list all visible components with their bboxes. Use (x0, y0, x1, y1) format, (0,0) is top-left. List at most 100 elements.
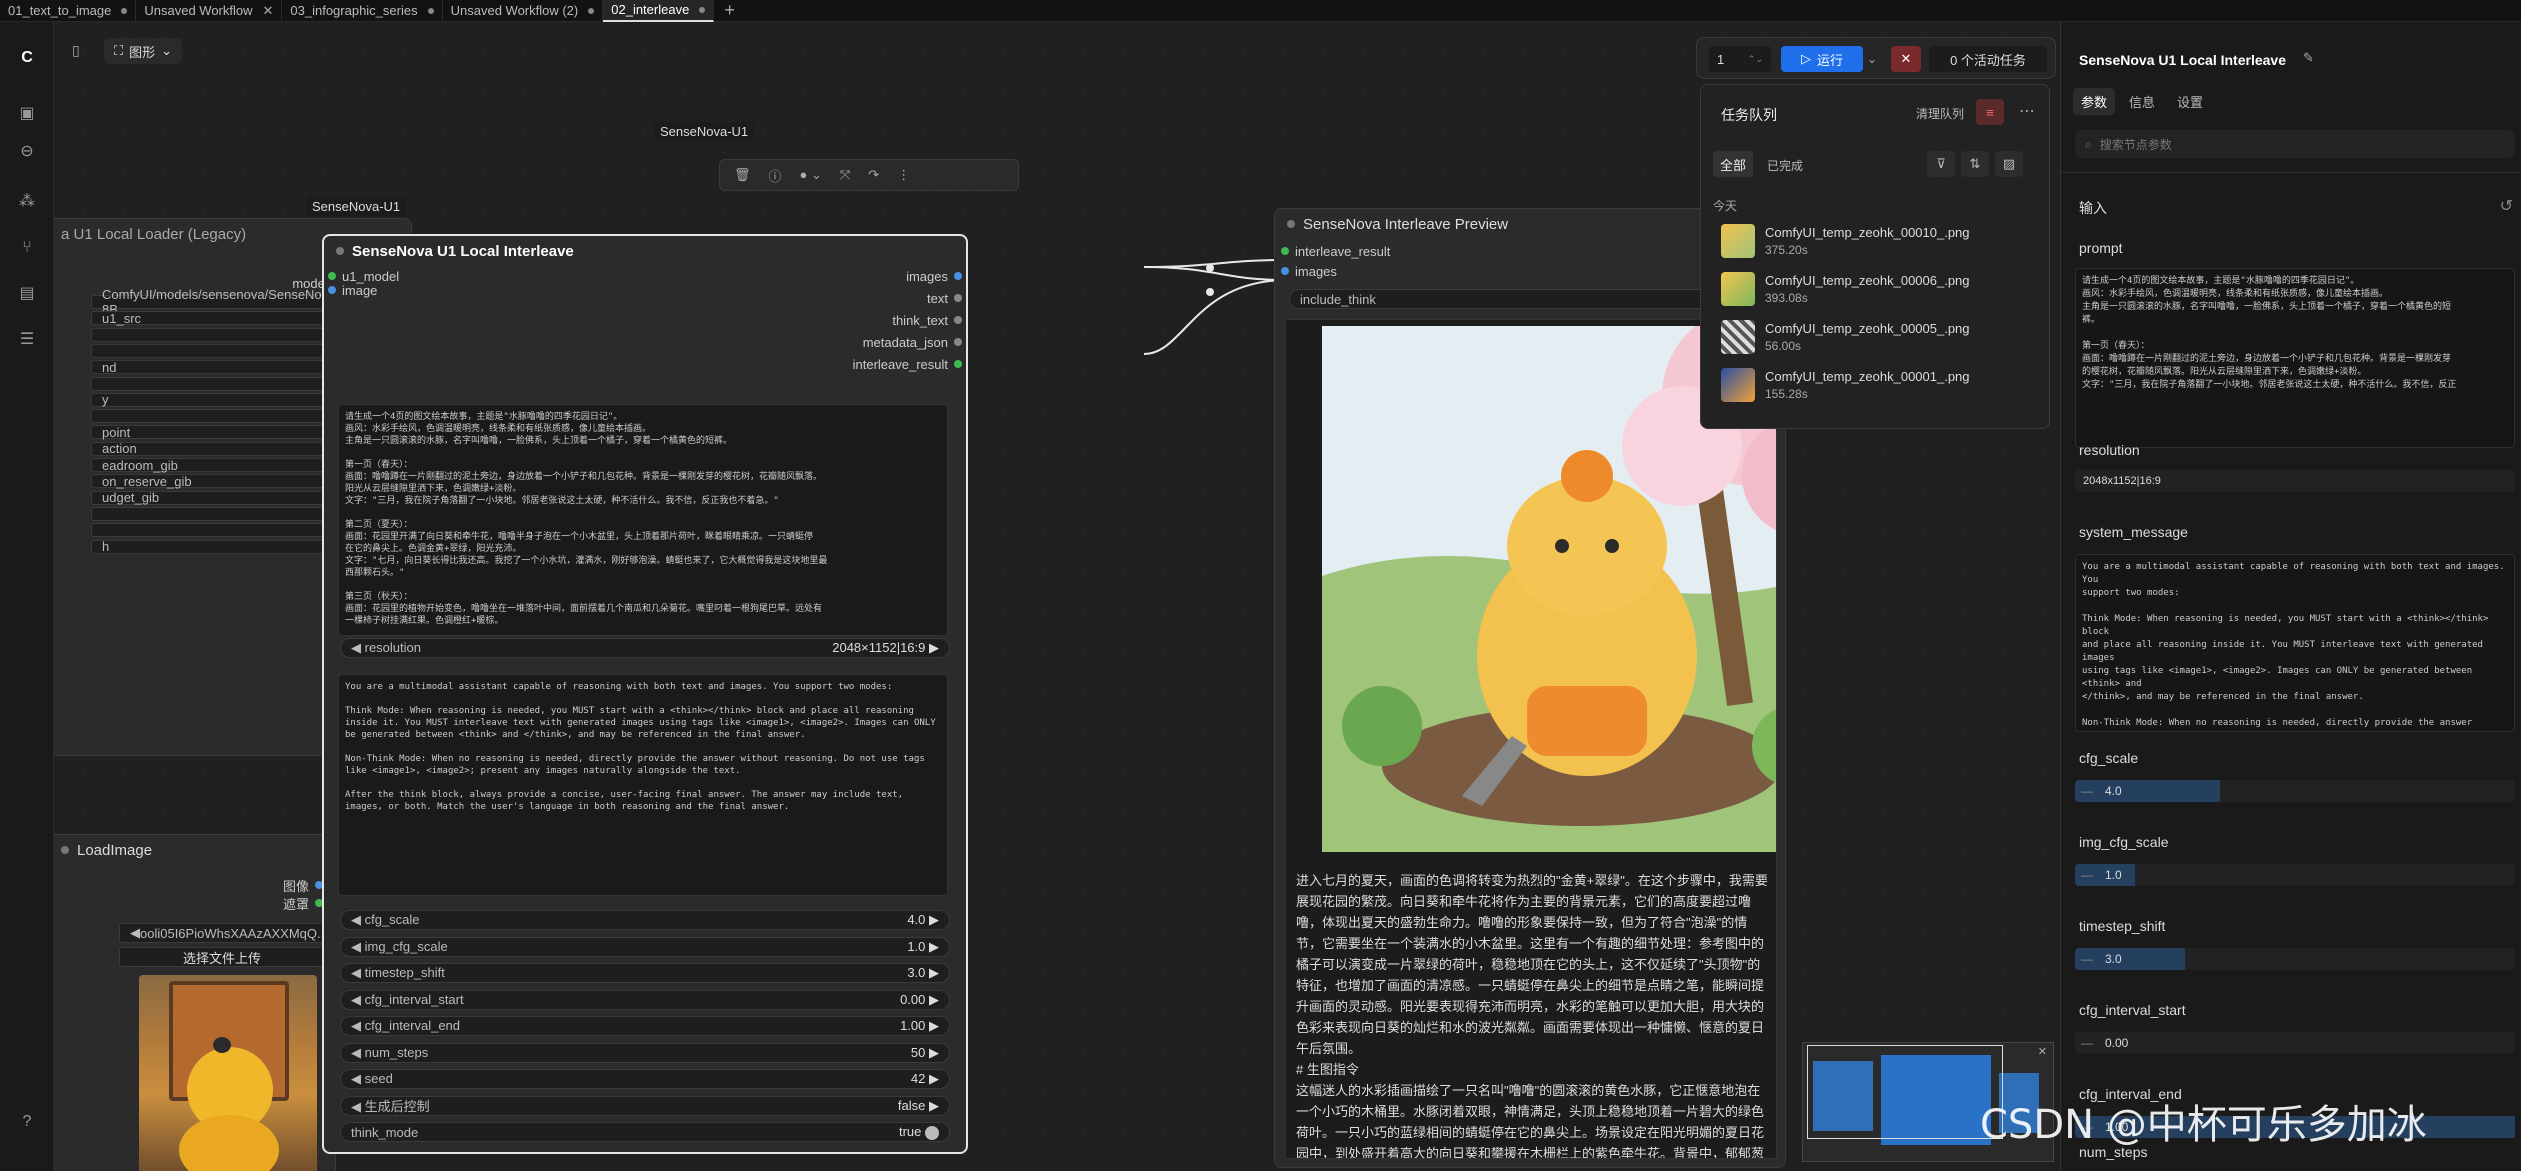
help-icon[interactable]: ? (17, 1112, 37, 1132)
run-options-chevron-icon[interactable]: ⌄ (1867, 52, 1877, 66)
queue-item[interactable]: ComfyUI_temp_zeohk_00006_.png 393.08s (1721, 271, 1970, 307)
gallery-icon[interactable]: ▨ (1995, 151, 2023, 177)
unsaved-dot-icon[interactable] (121, 7, 128, 14)
param-cfg_scale[interactable]: ◀ cfg_scale 4.0 ▶ (340, 910, 950, 930)
queue-item[interactable]: ComfyUI_temp_zeohk_00010_.png 375.20s (1721, 223, 1970, 259)
convert-icon[interactable]: ↷ (868, 167, 879, 183)
port-dot[interactable] (954, 294, 962, 302)
param-timestep_shift[interactable]: ◀ timestep_shift 3.0 ▶ (340, 963, 950, 983)
param-生成后控制[interactable]: ◀ 生成后控制 false ▶ (340, 1095, 950, 1116)
panel-tab-1[interactable]: 信息 (2121, 88, 2163, 115)
loadimage-node[interactable]: LoadImage 图像 遮罩 ◀ ooli05I6PioWhsXAAzAXXMq… (54, 834, 338, 1171)
run-button[interactable]: ▷ 运行 (1781, 46, 1863, 72)
node-library-icon[interactable]: ⁂ (17, 192, 37, 212)
think-mode-toggle[interactable]: think_mode true (340, 1122, 950, 1142)
unsaved-dot-icon[interactable] (699, 6, 706, 13)
queue-icon[interactable]: ☰ (17, 330, 37, 350)
add-tab-icon[interactable]: + (714, 0, 745, 21)
color-icon[interactable]: ● ⌄ (800, 167, 822, 183)
panel-toggle-icon[interactable]: ▯ (72, 42, 92, 62)
model-icon[interactable]: ⊖ (17, 142, 37, 162)
collapse-dot[interactable] (61, 846, 69, 854)
param-search-input[interactable]: ⌕ 搜索节点参数 (2075, 130, 2515, 158)
filter-icon[interactable]: ⊽ (1927, 151, 1955, 177)
queue-item[interactable]: ComfyUI_temp_zeohk_00005_.png 56.00s (1721, 319, 1970, 355)
tab-0[interactable]: 01_text_to_image (0, 0, 137, 22)
param-img_cfg_scale[interactable]: ◀ img_cfg_scale 1.0 ▶ (340, 936, 950, 957)
input-interleave-result[interactable]: interleave_result (1281, 243, 1390, 259)
output-think_text[interactable]: think_text (892, 312, 962, 328)
param-cfg_interval_start[interactable]: ◀ cfg_interval_start 0.00 ▶ (340, 989, 950, 1010)
panel-tab-2[interactable]: 设置 (2169, 88, 2211, 115)
include-think-toggle[interactable]: include_think (1289, 289, 1769, 309)
output-interleave_result[interactable]: interleave_result (853, 356, 962, 372)
tab-2[interactable]: 03_infographic_series (282, 0, 443, 22)
active-tasks-button[interactable]: 0 个活动任务 (1929, 46, 2047, 72)
minimap-close-icon[interactable]: ✕ (2038, 1045, 2047, 1058)
bypass-icon[interactable]: ⤧ (840, 167, 850, 183)
canvas-mode-select[interactable]: ⛶ 图形 ⌄ (104, 38, 183, 64)
output-metadata_json[interactable]: metadata_json (863, 334, 962, 350)
template-icon[interactable]: ▤ (17, 284, 37, 304)
port-dot[interactable] (954, 316, 962, 324)
reset-icon[interactable]: ↺ (2500, 196, 2513, 216)
resolution-select[interactable]: ◀ resolution 2048×1152|16:9 ▶ (340, 638, 950, 658)
input-image[interactable]: image (328, 282, 377, 298)
output-mask[interactable]: 遮罩 (283, 895, 323, 912)
cancel-run-button[interactable]: ✕ (1891, 46, 1921, 72)
port-dot[interactable] (1281, 247, 1289, 255)
file-select[interactable]: ◀ooli05I6PioWhsXAAzAXXMqQ...▶ (119, 923, 338, 943)
param-value: 1.0 ▶ (907, 938, 939, 954)
delete-icon[interactable]: 🗑 (734, 167, 751, 183)
comfy-logo-icon[interactable]: C (17, 48, 37, 68)
panel-tab-0[interactable]: 参数 (2073, 88, 2116, 115)
port-dot[interactable] (1281, 267, 1289, 275)
edit-title-icon[interactable]: ✎ (2303, 50, 2314, 66)
tab-1[interactable]: Unsaved Workflow ✕ (136, 0, 283, 22)
tab-4[interactable]: 02_interleave (603, 0, 715, 22)
output-images[interactable]: images (906, 268, 962, 284)
unsaved-dot-icon[interactable] (588, 7, 595, 14)
port-dot[interactable] (954, 360, 962, 368)
prompt-textarea[interactable]: 请生成一个4页的图文绘本故事，主题是"水豚噜噜的四季花园日记"。 画风：水彩手绘… (2075, 268, 2515, 448)
prompt-textarea[interactable]: 请生成一个4页的图文绘本故事，主题是"水豚噜噜的四季花园日记"。 画风：水彩手绘… (338, 404, 948, 636)
close-icon[interactable]: ✕ (263, 3, 274, 19)
param-slider-timestep_shift[interactable]: —3.0 (2075, 948, 2515, 970)
unsaved-dot-icon[interactable] (427, 7, 434, 14)
port-dot[interactable] (954, 338, 962, 346)
more-icon[interactable]: ⋮ (897, 167, 910, 183)
collapse-dot[interactable] (336, 247, 344, 255)
tab-bar: 01_text_to_image Unsaved Workflow ✕ 03_info… (0, 0, 2521, 22)
param-slider-img_cfg_scale[interactable]: —1.0 (2075, 864, 2515, 886)
batch-count-input[interactable]: 1 ⌃⌄ (1709, 46, 1771, 72)
filter-all-tab[interactable]: 全部 (1713, 151, 1753, 177)
param-cfg_interval_end[interactable]: ◀ cfg_interval_end 1.00 ▶ (340, 1016, 950, 1036)
port-dot[interactable] (328, 286, 336, 294)
filter-done-tab[interactable]: 已完成 (1767, 157, 1803, 174)
resolution-select[interactable]: 2048x1152|16:9 (2075, 470, 2515, 492)
param-slider-cfg_scale[interactable]: —4.0 (2075, 780, 2515, 802)
image-icon[interactable]: ▣ (17, 104, 37, 124)
workflow-icon[interactable]: ⑂ (17, 238, 37, 258)
param-num_steps[interactable]: ◀ num_steps 50 ▶ (340, 1042, 950, 1063)
queue-item[interactable]: ComfyUI_temp_zeohk_00001_.png 155.28s (1721, 367, 1970, 403)
output-image[interactable]: 图像 (283, 877, 323, 894)
clear-queue-icon[interactable]: ≡ (1976, 99, 2004, 125)
system-message-textarea[interactable]: You are a multimodal assistant capable o… (2075, 554, 2515, 732)
param-seed[interactable]: ◀ seed 42 ▶ (340, 1069, 950, 1089)
output-text[interactable]: text (927, 290, 962, 306)
collapse-dot[interactable] (1287, 220, 1295, 228)
param-slider-cfg_interval_start[interactable]: —0.00 (2075, 1032, 2515, 1054)
info-icon[interactable]: ⓘ (769, 166, 782, 185)
widget-label: h (102, 539, 110, 554)
input-images[interactable]: images (1281, 263, 1337, 279)
interleave-node[interactable]: SenseNova U1 Local Interleave 请生成一个4页的图文… (322, 234, 968, 1154)
port-dot[interactable] (328, 272, 336, 280)
queue-more-icon[interactable]: ⋯ (2019, 101, 2035, 121)
clear-queue-button[interactable]: 清理队列 (1916, 105, 1964, 122)
sort-icon[interactable]: ⇅ (1961, 151, 1989, 177)
tab-3[interactable]: Unsaved Workflow (2) (443, 0, 604, 22)
system-message-textarea[interactable]: You are a multimodal assistant capable o… (338, 674, 948, 896)
port-dot[interactable] (954, 272, 962, 280)
upload-button[interactable]: 选择文件上传 (119, 947, 325, 967)
